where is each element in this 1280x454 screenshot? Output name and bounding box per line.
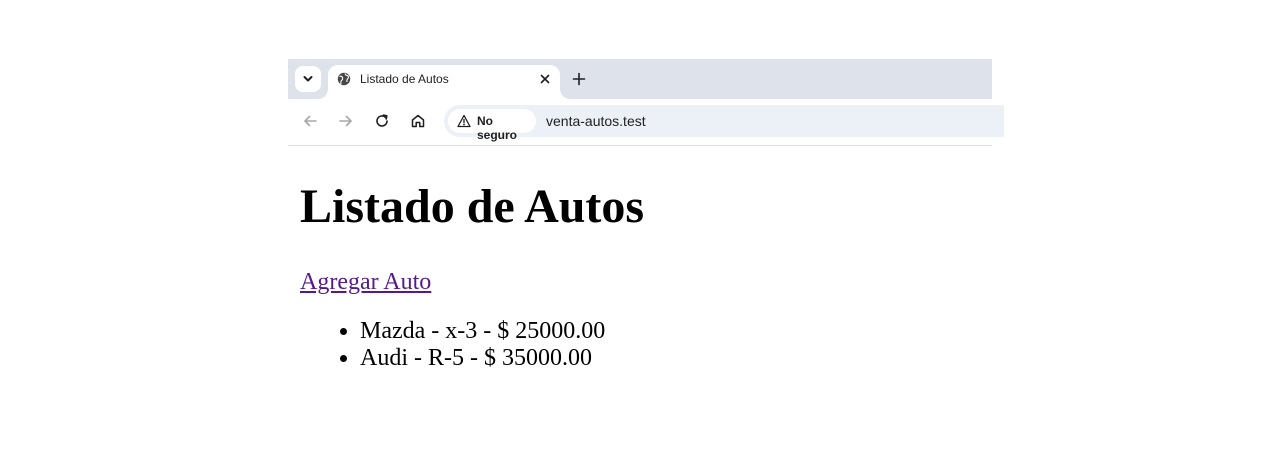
- reload-icon[interactable]: [374, 113, 390, 129]
- home-icon[interactable]: [410, 113, 426, 129]
- globe-icon: [337, 72, 351, 86]
- page-title: Listado de Autos: [300, 180, 645, 233]
- address-bar[interactable]: No seguro venta-autos.test: [444, 105, 1004, 142]
- back-arrow-icon[interactable]: [302, 113, 318, 129]
- add-car-link[interactable]: Agregar Auto: [300, 268, 431, 296]
- browser-window: Listado de Autos No seguro venta-autos.t…: [288, 59, 1004, 146]
- forward-arrow-icon[interactable]: [338, 113, 354, 129]
- tab-title: Listado de Autos: [360, 72, 449, 86]
- tab-strip: Listado de Autos: [288, 59, 992, 99]
- browser-toolbar: No seguro venta-autos.test: [288, 99, 1004, 146]
- list-item: Audi - R-5 - $ 35000.00: [360, 345, 980, 372]
- chevron-down-icon: [303, 76, 313, 82]
- car-list: Mazda - x-3 - $ 25000.00 Audi - R-5 - $ …: [300, 318, 980, 372]
- url-text[interactable]: venta-autos.test: [546, 113, 646, 129]
- security-chip[interactable]: No seguro: [448, 109, 536, 142]
- close-icon[interactable]: [538, 72, 552, 86]
- tab-active[interactable]: Listado de Autos: [328, 65, 560, 99]
- security-label: No seguro: [477, 114, 518, 142]
- page-content: Listado de Autos Agregar Auto Mazda - x-…: [300, 146, 980, 372]
- list-item: Mazda - x-3 - $ 25000.00: [360, 318, 980, 345]
- warning-triangle-icon: [457, 114, 471, 128]
- new-tab-plus-icon[interactable]: [572, 72, 586, 86]
